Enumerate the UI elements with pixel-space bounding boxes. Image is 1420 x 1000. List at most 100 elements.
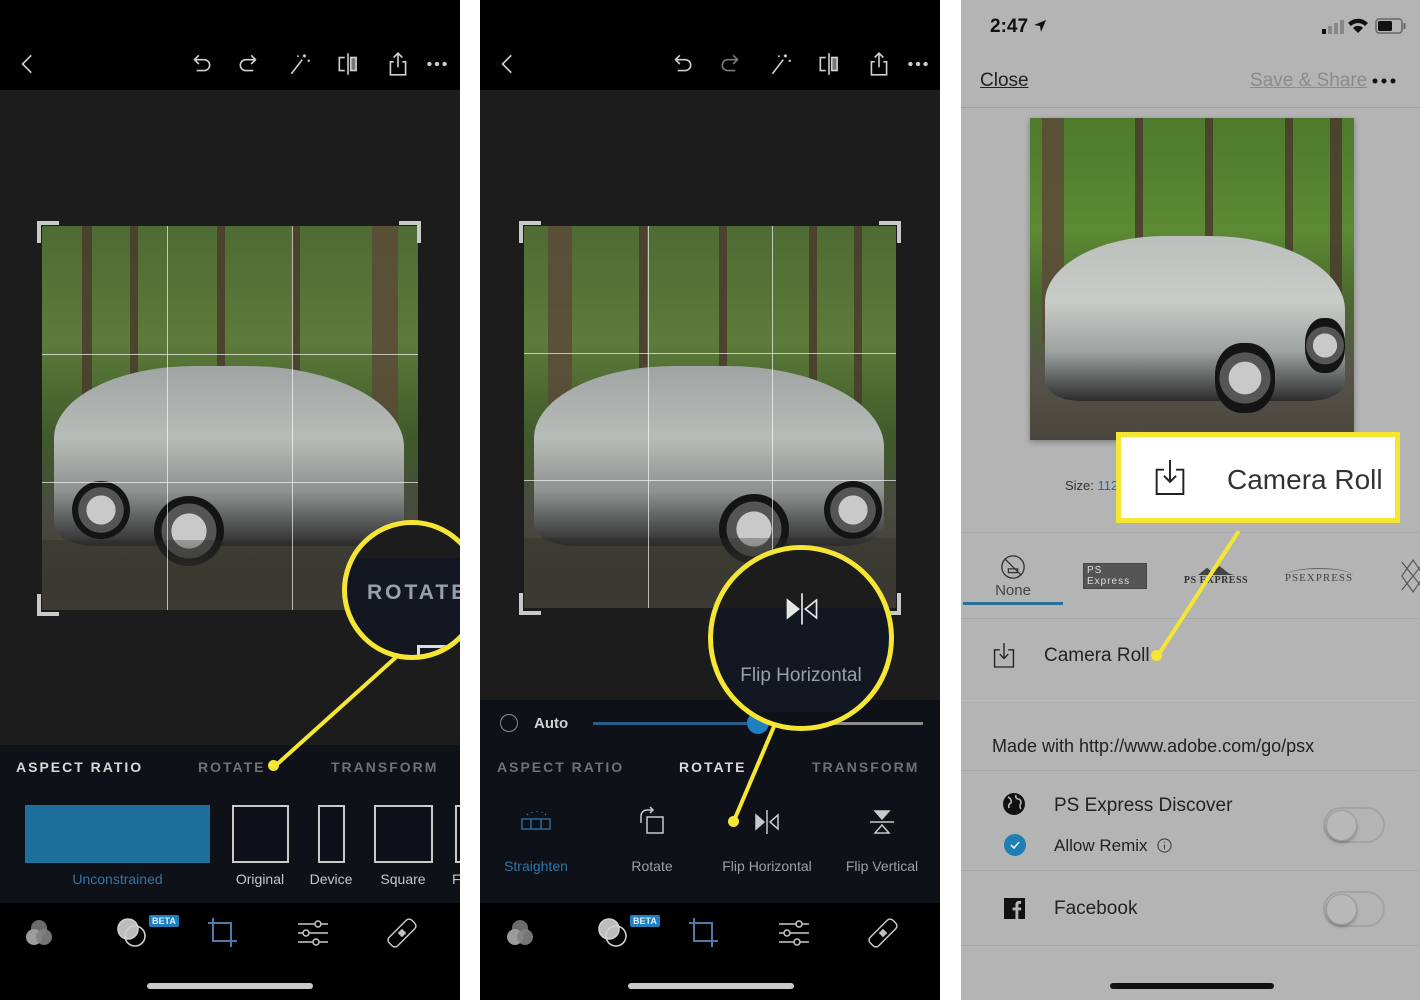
watermark-badge[interactable] xyxy=(1393,548,1420,604)
undo-icon[interactable] xyxy=(185,48,217,80)
crop-handle-bottom-left[interactable] xyxy=(519,593,541,615)
back-icon[interactable] xyxy=(12,48,44,80)
tab-aspect-ratio[interactable]: ASPECT RATIO xyxy=(16,759,143,775)
watermark-ps-express-mountain[interactable]: PS EXPRESS xyxy=(1181,548,1251,604)
home-indicator xyxy=(628,983,794,989)
tab-transform[interactable]: TRANSFORM xyxy=(331,759,438,775)
redo-icon[interactable] xyxy=(715,48,747,80)
callout-dot xyxy=(1151,650,1162,661)
adjustments-icon[interactable] xyxy=(776,915,812,951)
callout-dot xyxy=(728,816,739,827)
wifi-icon xyxy=(1348,18,1368,33)
crop-grid-line xyxy=(524,480,896,482)
status-time: 2:47 xyxy=(990,16,1029,37)
tab-rotate[interactable]: ROTATE xyxy=(679,759,746,775)
panel-separator xyxy=(940,0,961,1000)
crop-rotate-screen: Auto ASPECT RATIO ROTATE TRANSFORM Strai… xyxy=(480,0,940,1000)
location-icon xyxy=(1034,20,1046,32)
heal-icon[interactable] xyxy=(384,915,420,951)
crop-grid-line xyxy=(42,481,418,483)
size-label-text: Size: xyxy=(1065,478,1094,493)
compare-icon[interactable] xyxy=(332,48,364,80)
watermark-label: PSEXPRESS xyxy=(1284,568,1354,584)
watermark-psexpress-arc[interactable]: PSEXPRESS xyxy=(1284,548,1354,604)
ratio-original[interactable] xyxy=(232,805,289,863)
crop-icon[interactable] xyxy=(686,915,722,951)
battery-icon xyxy=(1375,18,1406,34)
share-icon[interactable] xyxy=(382,48,414,80)
beta-badge: BETA xyxy=(149,915,179,927)
section-divider xyxy=(961,532,1420,533)
tool-rotate[interactable]: Rotate xyxy=(597,805,707,874)
crop-handle-top-right[interactable] xyxy=(879,221,901,243)
share-icon[interactable] xyxy=(863,48,895,80)
crop-handle-top-left[interactable] xyxy=(519,221,541,243)
ratio-label: Unconstrained xyxy=(72,871,163,887)
crop-handle-top-left[interactable] xyxy=(37,221,59,243)
facebook-icon xyxy=(1004,898,1025,919)
crop-icon[interactable] xyxy=(205,915,241,951)
header-divider xyxy=(961,107,1420,108)
looks-icon[interactable] xyxy=(21,915,57,951)
tab-aspect-ratio[interactable]: ASPECT RATIO xyxy=(497,759,624,775)
made-with-text: Made with http://www.adobe.com/go/psx xyxy=(992,736,1315,756)
close-button[interactable]: Close xyxy=(980,70,1029,92)
magic-wand-icon[interactable] xyxy=(764,48,796,80)
checkmark-icon xyxy=(1010,841,1020,850)
top-toolbar xyxy=(480,0,940,90)
download-icon xyxy=(993,643,1015,668)
save-share-screen: 2:47 Close Save & Share Size: 112 None P… xyxy=(961,0,1420,1000)
section-divider xyxy=(961,770,1420,771)
heal-icon[interactable] xyxy=(865,915,901,951)
section-divider xyxy=(961,870,1420,871)
watermark-label: None xyxy=(995,581,1031,599)
panel-separator xyxy=(460,0,480,1000)
more-icon[interactable] xyxy=(1371,72,1397,90)
adjustments-icon[interactable] xyxy=(295,915,331,951)
car-image xyxy=(1045,236,1345,401)
looks-icon[interactable] xyxy=(502,915,538,951)
crop-handle-top-right[interactable] xyxy=(399,221,421,243)
ratio-label: F xyxy=(452,871,460,887)
tool-label: Flip Vertical xyxy=(845,858,919,874)
ratio-square[interactable] xyxy=(374,805,433,863)
watermark-none[interactable]: None xyxy=(973,548,1053,604)
more-icon[interactable] xyxy=(902,48,934,80)
tool-label: Straighten xyxy=(504,858,568,874)
top-toolbar xyxy=(0,0,460,90)
allow-remix-checkbox[interactable] xyxy=(1004,834,1026,856)
callout-text: ROTATE xyxy=(367,581,460,604)
facebook-toggle[interactable] xyxy=(1323,891,1385,927)
magic-wand-icon[interactable] xyxy=(283,48,315,80)
discover-toggle[interactable] xyxy=(1323,807,1385,843)
crop-grid-line xyxy=(647,226,649,608)
redo-icon[interactable] xyxy=(233,48,265,80)
callout-dot xyxy=(268,760,279,771)
more-icon[interactable] xyxy=(421,48,453,80)
watermark-ps-express-box[interactable]: PS Express xyxy=(1083,548,1147,604)
compare-icon[interactable] xyxy=(813,48,845,80)
discover-label: PS Express Discover xyxy=(1054,795,1233,816)
tab-rotate[interactable]: ROTATE xyxy=(198,759,265,775)
auto-checkbox[interactable] xyxy=(500,714,518,732)
save-share-button[interactable]: Save & Share xyxy=(1250,70,1367,92)
ratio-unconstrained[interactable] xyxy=(25,805,210,863)
blend-icon[interactable] xyxy=(114,915,150,951)
tool-flip-vertical[interactable]: Flip Vertical xyxy=(827,805,937,874)
callout-text: Camera Roll xyxy=(1227,464,1383,495)
camera-roll-row[interactable]: Camera Roll xyxy=(961,618,1420,694)
back-icon[interactable] xyxy=(492,48,524,80)
ratio-device[interactable] xyxy=(318,805,345,863)
tab-transform[interactable]: TRANSFORM xyxy=(812,759,919,775)
info-icon[interactable] xyxy=(1157,838,1172,853)
blend-icon[interactable] xyxy=(595,915,631,951)
tool-label: Rotate xyxy=(631,858,673,874)
tool-straighten[interactable]: Straighten xyxy=(481,805,591,874)
globe-icon xyxy=(1003,793,1025,815)
arrows-badge-icon xyxy=(1401,559,1420,593)
tool-flip-horizontal[interactable]: Flip Horizontal xyxy=(712,805,822,874)
undo-icon[interactable] xyxy=(666,48,698,80)
auto-label: Auto xyxy=(534,715,569,732)
flip-vertical-icon xyxy=(870,810,894,834)
crop-handle-bottom-left[interactable] xyxy=(37,594,59,616)
